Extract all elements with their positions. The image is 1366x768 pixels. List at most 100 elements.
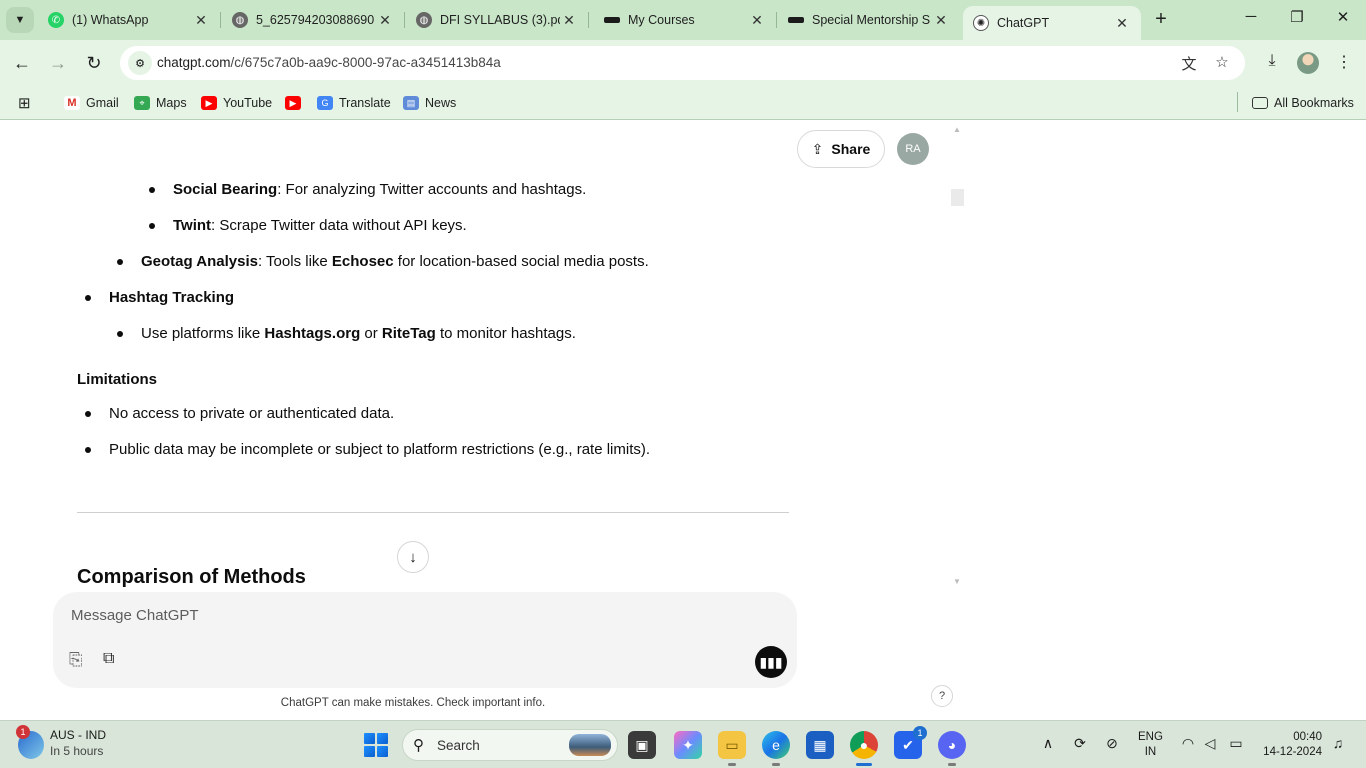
scroll-to-bottom-button[interactable]: ↓ xyxy=(397,541,429,573)
menu-kebab-icon[interactable]: ⋮ xyxy=(1332,52,1356,76)
wifi-icon[interactable]: ◠ xyxy=(1178,735,1198,752)
all-bookmarks[interactable]: All Bookmarks xyxy=(1252,93,1354,113)
news-icon: ▤ xyxy=(403,96,419,110)
plus-icon: + xyxy=(1155,8,1167,30)
mentorship-icon xyxy=(788,17,804,23)
section-heading: Comparison of Methods xyxy=(77,566,306,588)
youtube-icon: ▶ xyxy=(201,96,217,110)
apps-grid-icon[interactable]: ⊞ xyxy=(18,93,31,113)
arrow-right-icon: → xyxy=(49,53,67,73)
tab-file[interactable]: ◍ 5_625794203088690 ✕ xyxy=(222,6,405,34)
close-icon[interactable]: ✕ xyxy=(932,12,950,29)
user-avatar[interactable]: RA xyxy=(897,133,929,165)
scroll-down-arrow[interactable]: ▼ xyxy=(953,577,961,586)
message-composer[interactable]: Message ChatGPT ⎘ ⧉ ▮▮▮ xyxy=(53,592,797,688)
list-item: Use platforms like Hashtags.org or RiteT… xyxy=(141,325,576,342)
minimize-icon: ─ xyxy=(1245,8,1257,25)
scroll-up-arrow[interactable]: ▲ xyxy=(953,125,961,134)
chevron-down-icon: ▼ xyxy=(14,14,26,26)
start-button[interactable] xyxy=(364,733,388,757)
message-input[interactable]: Message ChatGPT xyxy=(71,607,199,624)
language-indicator[interactable]: ENG IN xyxy=(1138,730,1163,760)
tab-my-courses[interactable]: My Courses ✕ xyxy=(594,6,777,34)
tab-title: ChatGPT xyxy=(997,16,1050,30)
cricket-icon: 1 xyxy=(16,725,44,759)
back-button[interactable]: ← xyxy=(10,51,34,75)
tab-title: (1) WhatsApp xyxy=(72,13,149,27)
bookmark-news[interactable]: ▤ News xyxy=(403,93,456,113)
todo-icon[interactable]: ✔ 1 xyxy=(894,726,927,759)
url-text[interactable]: chatgpt.com/c/675c7a0b-aa9c-8000-97ac-a3… xyxy=(157,55,501,70)
close-window-button[interactable]: ✕ xyxy=(1320,8,1366,32)
arrow-down-icon: ↓ xyxy=(409,548,417,566)
youtube-icon: ▶ xyxy=(285,96,301,110)
tab-title: Special Mentorship S xyxy=(812,13,931,27)
chevron-up-icon[interactable]: ∧ xyxy=(1038,735,1058,752)
profile-avatar[interactable] xyxy=(1297,52,1319,74)
divider xyxy=(77,512,789,513)
tab-strip: ▼ ✆ (1) WhatsApp ✕ ◍ 5_625794203088690 ✕… xyxy=(0,0,1366,40)
tab-special-mentorship[interactable]: Special Mentorship S ✕ xyxy=(778,6,960,34)
new-tab-button[interactable]: + xyxy=(1150,9,1172,31)
edge-icon[interactable]: e xyxy=(762,731,790,766)
arrow-left-icon: ← xyxy=(13,53,31,73)
whatsapp-icon: ✆ xyxy=(48,12,64,28)
copilot-icon[interactable]: ✦ xyxy=(674,731,702,759)
disclaimer-text: ChatGPT can make mistakes. Check importa… xyxy=(280,697,546,709)
site-info-icon[interactable]: ⚙ xyxy=(128,51,152,75)
sync-icon[interactable]: ⟳ xyxy=(1070,735,1090,752)
search-highlight-image xyxy=(569,734,611,756)
scrollbar-thumb[interactable] xyxy=(951,189,964,206)
tools-icon[interactable]: ⧉ xyxy=(103,650,127,672)
list-item: Social Bearing: For analyzing Twitter ac… xyxy=(173,181,587,198)
bookmarks-bar: ⊞ M Gmail ⌖ Maps ▶ YouTube ▶ G Translate… xyxy=(0,86,1366,120)
help-button[interactable]: ? xyxy=(931,685,953,707)
waveform-icon: ▮▮▮ xyxy=(759,653,783,670)
tab-dfi-syllabus[interactable]: ◍ DFI SYLLABUS (3).pdf ✕ xyxy=(406,6,589,34)
section-heading: Limitations xyxy=(77,371,158,388)
tab-chatgpt[interactable]: ✺ ChatGPT ✕ xyxy=(963,6,1141,40)
list-item: Public data may be incomplete or subject… xyxy=(109,441,651,458)
chrome-icon[interactable]: ● xyxy=(850,731,878,766)
voice-mode-button[interactable]: ▮▮▮ xyxy=(755,646,787,678)
close-icon[interactable]: ✕ xyxy=(1113,15,1131,32)
search-icon: ⚲ xyxy=(413,737,424,754)
restore-icon: ❐ xyxy=(1290,9,1304,26)
restore-button[interactable]: ❐ xyxy=(1274,8,1320,32)
translate-icon: G xyxy=(317,96,333,110)
bookmark-youtube[interactable]: ▶ YouTube xyxy=(201,93,272,113)
discord-icon[interactable]: ◕ xyxy=(938,731,966,766)
bookmark-gmail[interactable]: M Gmail xyxy=(64,93,119,113)
volume-icon[interactable]: ◁ xyxy=(1200,735,1220,752)
bookmark-maps[interactable]: ⌖ Maps xyxy=(134,93,187,113)
close-icon[interactable]: ✕ xyxy=(192,12,210,29)
clock[interactable]: 00:40 14-12-2024 xyxy=(1256,730,1322,760)
forward-button[interactable]: → xyxy=(46,51,70,75)
list-item: Hashtag Tracking xyxy=(109,289,235,306)
paperclip-icon[interactable]: ⎘ xyxy=(69,650,89,672)
battery-icon[interactable]: ▭ xyxy=(1226,735,1246,752)
notification-bell-icon[interactable]: ♫ xyxy=(1328,735,1348,751)
cloud-off-icon[interactable]: ⊘ xyxy=(1102,735,1122,752)
task-view-icon[interactable]: ▣ xyxy=(628,731,656,759)
close-icon[interactable]: ✕ xyxy=(376,12,394,29)
tab-title: DFI SYLLABUS (3).pdf xyxy=(440,13,560,27)
share-button[interactable]: ⇪ Share xyxy=(797,130,885,168)
taskbar-search[interactable]: ⚲ Search xyxy=(402,729,618,761)
reload-button[interactable]: ↻ xyxy=(82,51,106,75)
weather-widget[interactable]: 1 AUS - IND In 5 hours xyxy=(16,725,106,759)
translate-icon[interactable]: 文 xyxy=(1179,53,1199,73)
close-icon[interactable]: ✕ xyxy=(748,12,766,29)
star-icon[interactable]: ☆ xyxy=(1212,53,1232,73)
store-icon[interactable]: ▦ xyxy=(806,731,834,759)
tab-search-button[interactable]: ▼ xyxy=(6,7,34,33)
file-explorer-icon[interactable]: ▭ xyxy=(718,731,746,766)
maps-icon: ⌖ xyxy=(134,96,150,110)
download-icon[interactable]: ⤓ xyxy=(1260,52,1284,76)
tab-whatsapp[interactable]: ✆ (1) WhatsApp ✕ xyxy=(38,6,221,34)
address-bar[interactable]: ⚙ chatgpt.com/c/675c7a0b-aa9c-8000-97ac-… xyxy=(120,46,1245,80)
close-icon[interactable]: ✕ xyxy=(560,12,578,29)
minimize-button[interactable]: ─ xyxy=(1228,8,1274,32)
bookmark-youtube-2[interactable]: ▶ xyxy=(285,93,307,113)
bookmark-translate[interactable]: G Translate xyxy=(317,93,391,113)
